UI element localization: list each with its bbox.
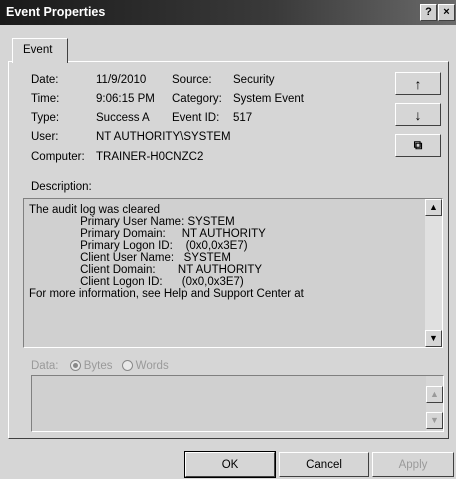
scroll-up-button[interactable]: ▲ xyxy=(425,199,442,216)
down-arrow-icon: ↓ xyxy=(414,106,422,123)
category-value: System Event xyxy=(233,93,304,105)
user-value: NT AUTHORITY\SYSTEM xyxy=(96,131,231,143)
cancel-button[interactable]: Cancel xyxy=(279,452,369,477)
data-scroll-down-button[interactable]: ▼ xyxy=(426,412,443,429)
description-text: The audit log was cleared Primary User N… xyxy=(29,204,304,300)
next-event-button[interactable]: ↓ xyxy=(395,103,441,126)
bytes-radio-icon xyxy=(69,360,81,372)
source-value: Security xyxy=(233,74,275,86)
description-line: The audit log was cleared xyxy=(29,204,161,216)
description-line: Client Domain: NT AUTHORITY xyxy=(29,264,263,276)
words-radio[interactable]: Words xyxy=(121,360,169,372)
source-label: Source: xyxy=(172,74,212,86)
help-button[interactable]: ? xyxy=(420,4,437,21)
date-value: 11/9/2010 xyxy=(96,74,147,86)
previous-event-button[interactable]: ↑ xyxy=(395,72,441,95)
cancel-label: Cancel xyxy=(306,458,342,471)
description-line: Primary Domain: NT AUTHORITY xyxy=(29,228,266,240)
bytes-label: Bytes xyxy=(83,360,113,372)
close-button[interactable]: × xyxy=(438,4,455,21)
words-radio-icon xyxy=(121,360,133,372)
category-label: Category: xyxy=(172,93,222,105)
bytes-radio[interactable]: Bytes xyxy=(69,360,113,372)
event-properties-window: Event Properties ? × Event Date: 11/9/20… xyxy=(0,0,456,479)
scroll-down-icon: ▼ xyxy=(430,415,439,425)
data-format-row: Data: Bytes Words xyxy=(31,360,169,372)
data-label: Data: xyxy=(31,360,59,372)
data-scroll-up-button[interactable]: ▲ xyxy=(426,386,443,403)
description-label: Description: xyxy=(31,181,92,193)
scroll-down-icon: ▼ xyxy=(429,333,438,343)
description-text-area[interactable]: The audit log was cleared Primary User N… xyxy=(23,198,443,348)
scroll-up-icon: ▲ xyxy=(430,389,439,399)
data-text-area[interactable]: ▲ ▼ xyxy=(31,375,444,432)
description-line: Primary User Name: SYSTEM xyxy=(29,216,235,228)
type-label: Type: xyxy=(31,112,60,124)
date-label: Date: xyxy=(31,74,59,86)
apply-button[interactable]: Apply xyxy=(372,452,454,477)
type-value: Success A xyxy=(96,112,150,124)
ok-button[interactable]: OK xyxy=(184,451,276,478)
computer-label: Computer: xyxy=(31,151,85,163)
tab-event[interactable]: Event xyxy=(12,38,68,63)
copy-icon: ⧉ xyxy=(413,138,423,152)
window-title: Event Properties xyxy=(6,5,106,19)
words-label: Words xyxy=(135,360,169,372)
up-arrow-icon: ↑ xyxy=(414,75,422,92)
computer-value: TRAINER-H0CNZC2 xyxy=(96,151,204,163)
title-bar[interactable]: Event Properties ? × xyxy=(0,0,456,25)
user-label: User: xyxy=(31,131,59,143)
description-line: Client User Name: SYSTEM xyxy=(29,252,231,264)
tab-event-label: Event xyxy=(23,44,53,56)
scroll-down-button[interactable]: ▼ xyxy=(425,330,442,347)
apply-label: Apply xyxy=(398,458,428,471)
time-value: 9:06:15 PM xyxy=(96,93,155,105)
data-scrollbar[interactable]: ▲ ▼ xyxy=(426,376,443,431)
description-scrollbar[interactable]: ▲ ▼ xyxy=(425,199,442,347)
description-line: For more information, see Help and Suppo… xyxy=(29,288,304,300)
event-id-value: 517 xyxy=(233,112,253,124)
ok-label: OK xyxy=(221,458,239,471)
scroll-up-icon: ▲ xyxy=(429,202,438,212)
description-line: Primary Logon ID: (0x0,0x3E7) xyxy=(29,240,248,252)
description-line: Client Logon ID: (0x0,0x3E7) xyxy=(29,276,244,288)
time-label: Time: xyxy=(31,93,60,105)
copy-button[interactable]: ⧉ xyxy=(395,134,441,157)
event-id-label: Event ID: xyxy=(172,112,220,124)
